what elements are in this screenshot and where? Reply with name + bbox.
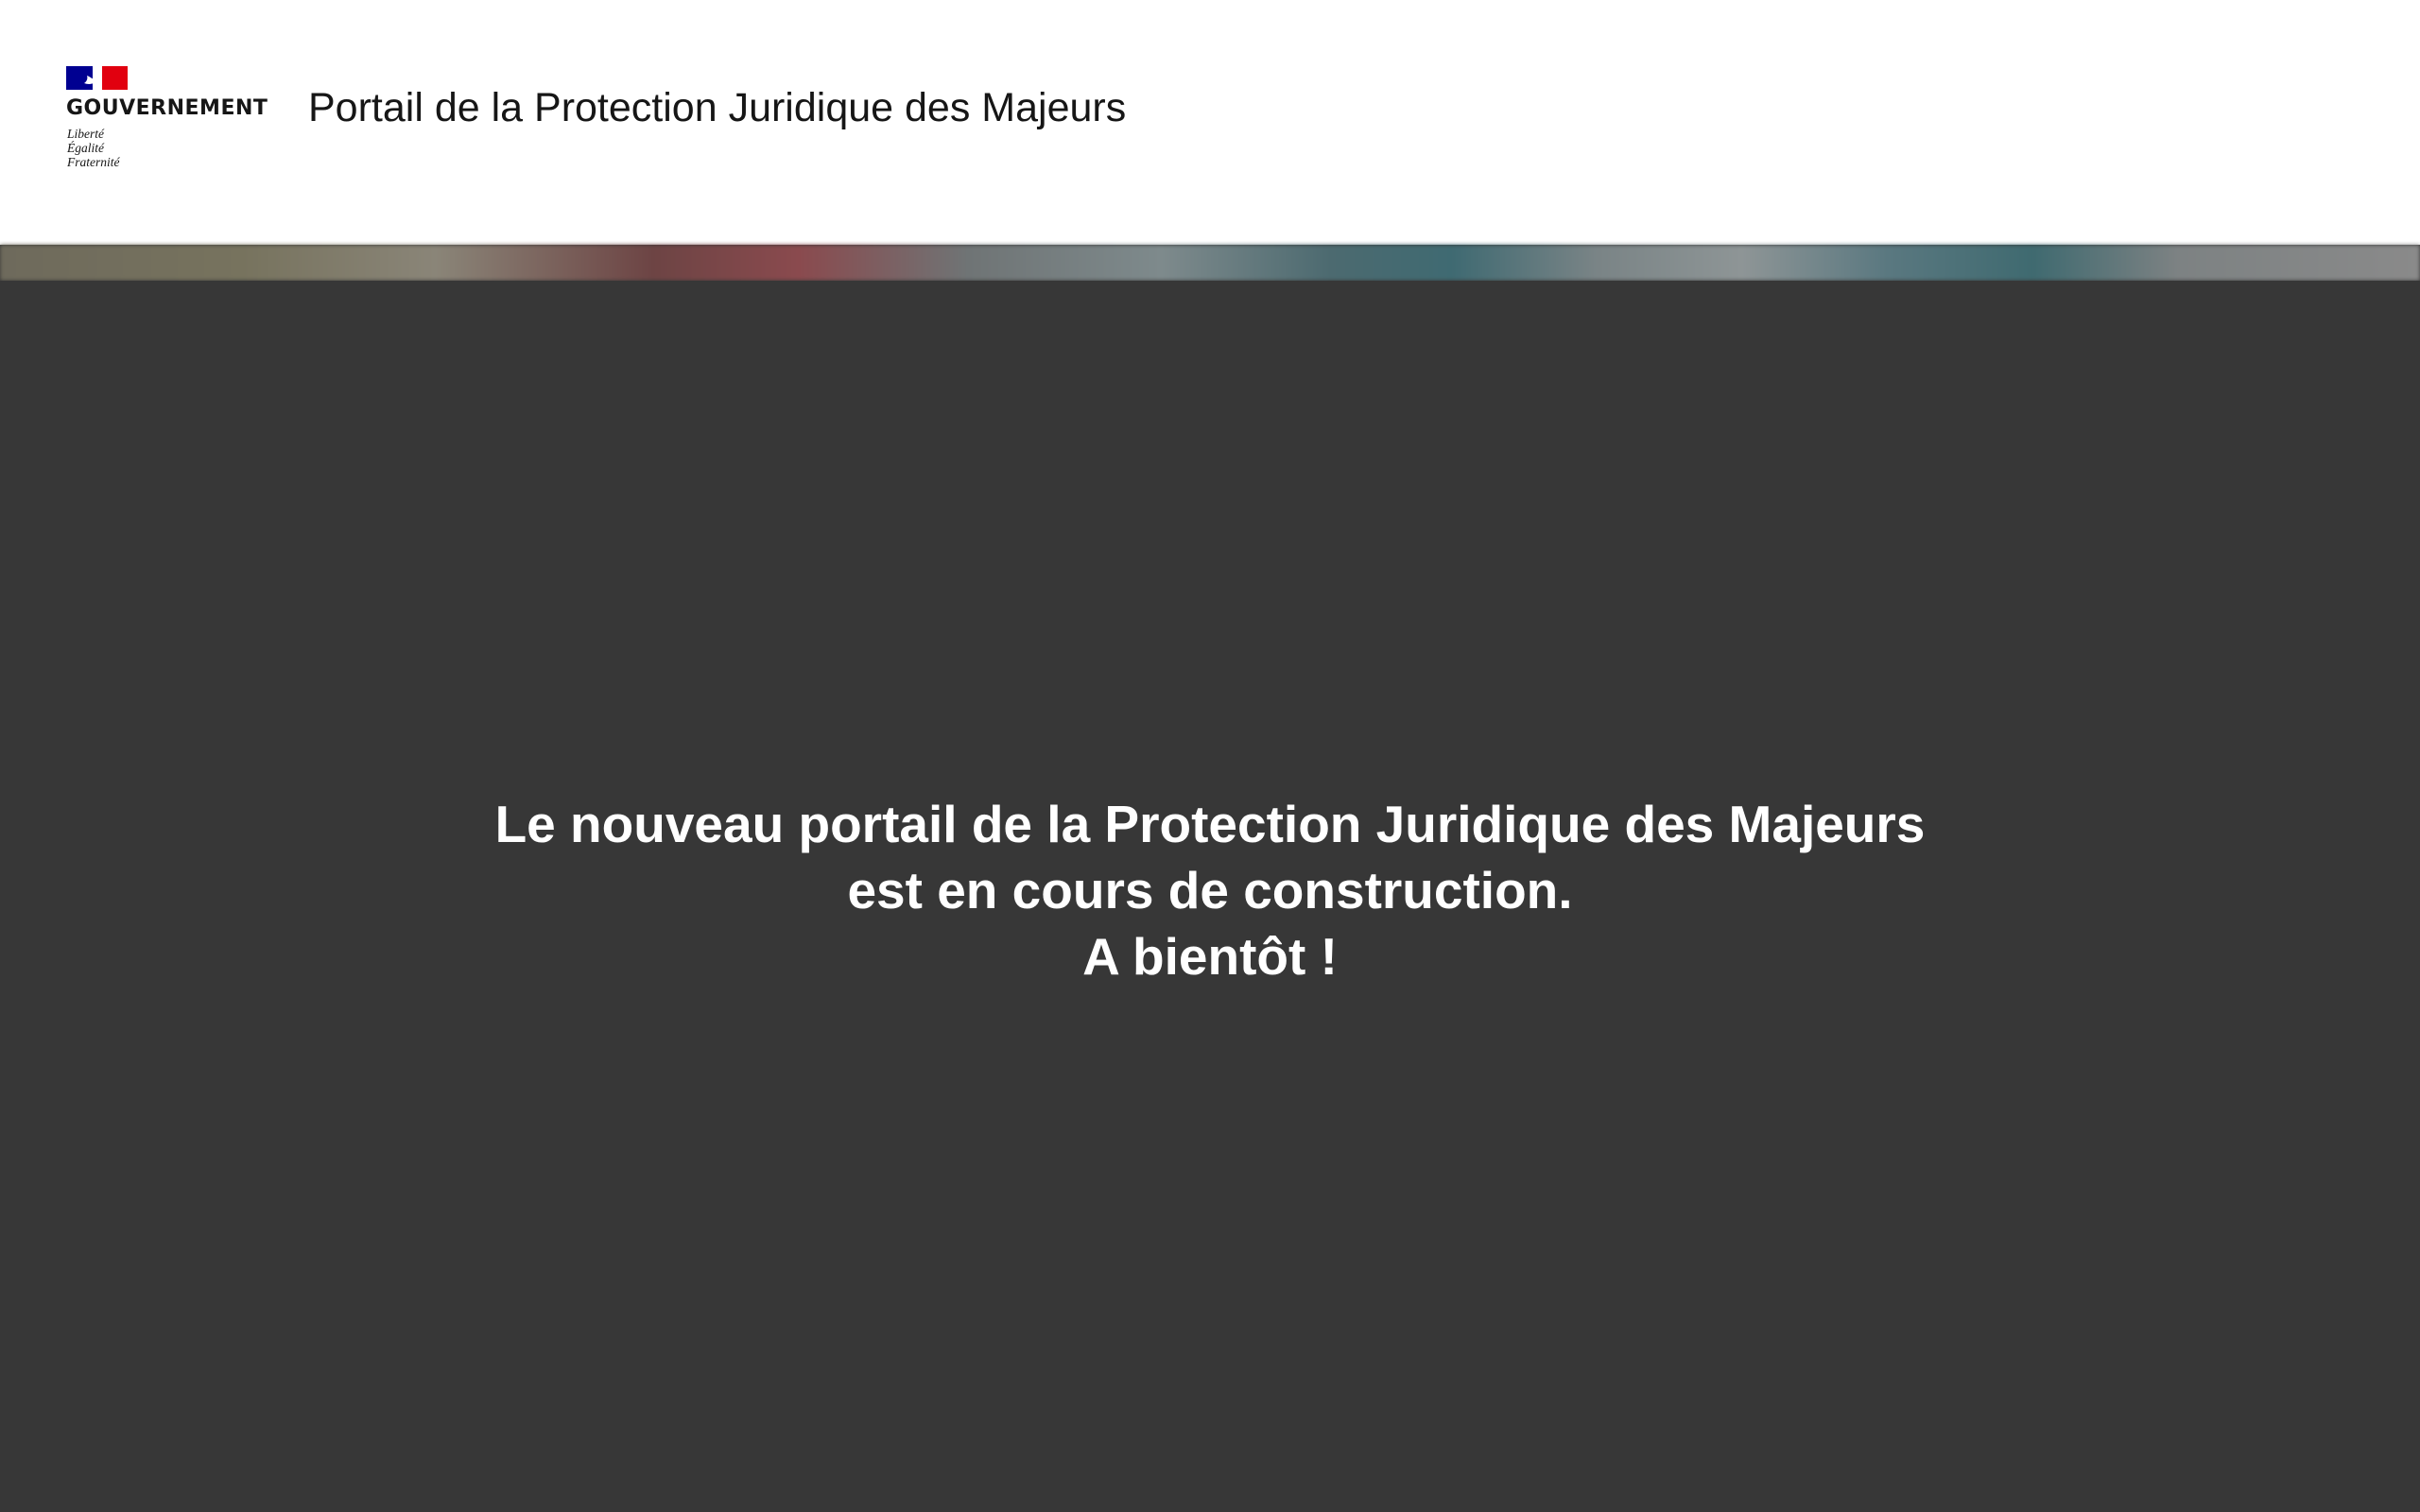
header-banner-image (0, 245, 2420, 281)
motto-fraternite: Fraternité (67, 155, 120, 169)
construction-message: Le nouveau portail de la Protection Juri… (0, 791, 2420, 989)
main-content: Le nouveau portail de la Protection Juri… (0, 281, 2420, 1512)
site-title[interactable]: Portail de la Protection Juridique des M… (308, 84, 1126, 131)
motto-egalite: Égalité (67, 141, 104, 155)
government-motto: Liberté Égalité Fraternité (67, 127, 120, 169)
message-line-2: est en cours de construction. (847, 861, 1573, 919)
message-line-1: Le nouveau portail de la Protection Juri… (494, 795, 1926, 853)
government-logo[interactable]: GOUVERNEMENT Liberté Égalité Fraternité (66, 66, 274, 175)
government-name: GOUVERNEMENT (66, 96, 268, 120)
french-flag-icon (66, 66, 128, 90)
site-header: GOUVERNEMENT Liberté Égalité Fraternité … (0, 0, 2420, 245)
motto-liberte: Liberté (67, 127, 104, 141)
message-line-3: A bientôt ! (1082, 927, 1338, 986)
